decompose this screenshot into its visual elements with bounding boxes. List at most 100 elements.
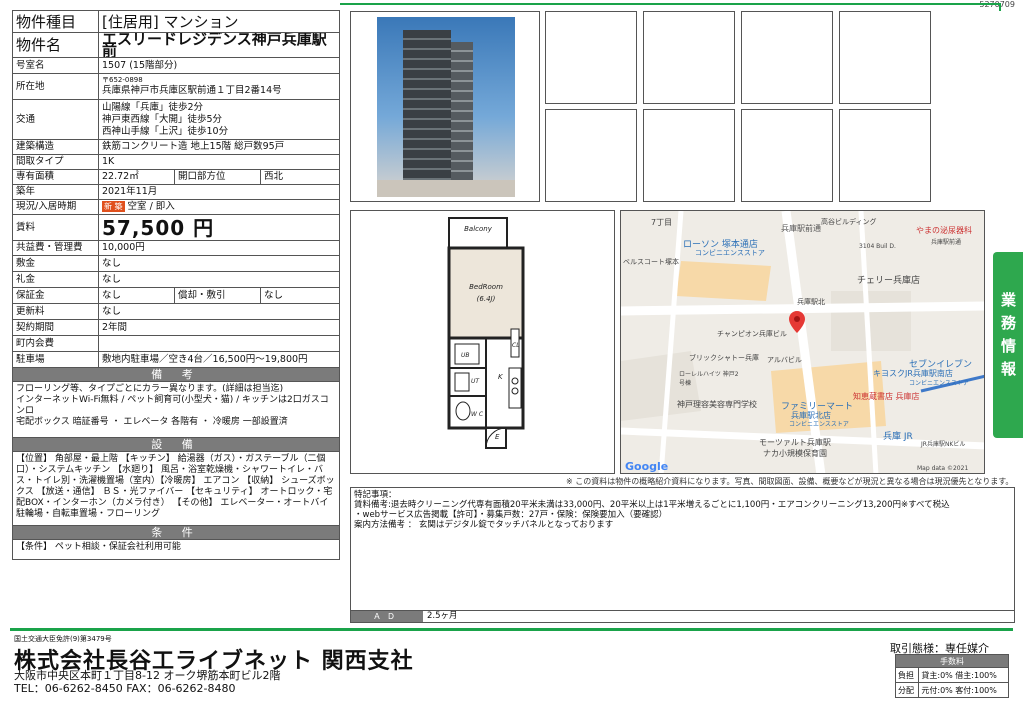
top-divider: [340, 3, 1001, 5]
map-label: コンビニエンスストア: [695, 249, 765, 257]
fee-header: 手数料: [895, 654, 1009, 668]
photo-slot[interactable]: [545, 11, 637, 104]
map-label: 3104 Buil D.: [859, 243, 896, 250]
map-label: ローレルハイツ 神戸2号棟: [679, 371, 739, 387]
ad-value: 2.5ヶ月: [427, 611, 458, 621]
spec-label: 償却・敷引: [174, 287, 261, 304]
map-label: ベルスコート塚本: [623, 258, 679, 266]
parking: 敷地内駐車場／空き4台／16,500円～19,800円: [98, 351, 340, 368]
renewal-fee: なし: [98, 303, 340, 320]
company-phone: TEL：06-6262-8450 FAX：06-6262-8480: [14, 682, 236, 695]
conditions-text: 【条件】 ペット相談・保証会社利用可能: [12, 539, 340, 560]
map-label: チェリー兵庫店: [857, 276, 921, 286]
remarks-header: 備 考: [12, 367, 340, 382]
map-label: 兵庫駅前通: [781, 224, 821, 233]
address: 〒652-0898 兵庫県神戸市兵庫区駅前通１丁目2番14号: [98, 73, 340, 100]
photo-slot[interactable]: [741, 11, 833, 104]
built-date: 2021年11月: [98, 184, 340, 200]
fee-table: 手数料 負担 貸主:0% 借主:100% 分配 元付:0% 客付:100%: [894, 654, 1009, 698]
spec-label: 物件種目: [12, 10, 99, 33]
photo-slot[interactable]: [643, 11, 735, 104]
company-contact: 大阪市中央区本町１丁目8-12 オーク堺筋本町ビル2階 TEL：06-6262-…: [14, 669, 280, 695]
spec-label: 礼金: [12, 271, 99, 288]
property-name: エスリードレジデンス神戸兵庫駅前: [98, 32, 340, 58]
business-info-label: 業務情報: [999, 292, 1017, 384]
location-map[interactable]: 7丁目 ローソン 塚本通店 コンビニエンスストア ベルスコート塚本 兵庫駅前通 …: [620, 210, 985, 474]
map-label: コンビニエンスストア: [789, 421, 849, 428]
spec-label: 契約期間: [12, 319, 99, 336]
business-info-tab[interactable]: 業務情報: [993, 252, 1023, 438]
map-label: やまの泌尿器科: [916, 226, 972, 235]
map-roads: [621, 211, 984, 473]
map-label: 高谷ビルディング: [821, 218, 877, 226]
plan-label-ut: UT: [471, 378, 480, 385]
ad-row: ＡＤ 2.5ヶ月: [350, 611, 1015, 623]
access-line: 山陽線「兵庫」徒歩2分: [102, 101, 204, 113]
special-notes-box: 特記事項： 賃料備考:退去時クリーニング代専有面積20平米未満は33,000円、…: [350, 487, 1015, 611]
map-label: ブリックシャトー兵庫: [689, 354, 759, 362]
new-badge: 新 築: [102, 201, 125, 212]
spec-label: 更新料: [12, 303, 99, 320]
rent: 57,500 円: [98, 214, 340, 241]
photo-slot[interactable]: [839, 11, 931, 104]
floor-area: 22.72㎡: [98, 169, 175, 185]
spec-label: 賃料: [12, 214, 99, 241]
footer-divider: [10, 628, 1013, 631]
map-label: 7丁目: [651, 218, 673, 227]
postal-code: 〒652-0898: [102, 76, 143, 84]
plan-label-balcony: Balcony: [464, 225, 493, 233]
status: 新 築空室 / 即入: [98, 199, 340, 215]
spec-label: 開口部方位: [174, 169, 261, 185]
spec-label: 間取タイプ: [12, 154, 99, 170]
property-type: [住居用] マンション: [98, 10, 340, 33]
floor-plan[interactable]: Balcony BedRoom (6.4J) UB UT K CL W C E: [350, 210, 615, 474]
building-facade: [403, 30, 451, 190]
contract-term: 2年間: [98, 319, 340, 336]
map-label: 兵庫駅北: [797, 298, 825, 306]
spec-label: 号室名: [12, 57, 99, 74]
access-line: 西神山手線「上沢」徒歩10分: [102, 125, 229, 137]
photo-slot[interactable]: [741, 109, 833, 202]
special-notes-text: 特記事項： 賃料備考:退去時クリーニング代専有面積20平米未満は33,000円、…: [354, 490, 950, 530]
equipment-header: 設 備: [12, 437, 340, 452]
floor-plan-drawing: Balcony BedRoom (6.4J) UB UT K CL W C E: [447, 217, 525, 449]
spec-label: 現況/入居時期: [12, 199, 99, 215]
plan-label-ub: UB: [461, 352, 470, 359]
ad-label: ＡＤ: [351, 611, 423, 622]
photo-slot[interactable]: [643, 109, 735, 202]
structure: 鉄筋コンクリート造 地上15階 総戸数95戸: [98, 139, 340, 155]
photo-slot[interactable]: [545, 109, 637, 202]
plan-label-bedroom: BedRoom: [469, 283, 503, 291]
spec-label: 駐車場: [12, 351, 99, 368]
company-address: 大阪市中央区本町１丁目8-12 オーク堺筋本町ビル2階: [14, 669, 281, 682]
google-logo: Google: [625, 460, 669, 473]
equipment-text: 【位置】 角部屋・最上階 【キッチン】 給湯器（ガス）・ガステーブル（二個口）・…: [12, 451, 340, 526]
map-label: 兵庫駅前通: [931, 239, 962, 246]
fee-label: 分配: [894, 682, 920, 698]
key-money: なし: [98, 271, 340, 288]
management-fee: 10,000円: [98, 240, 340, 256]
access: 山陽線「兵庫」徒歩2分 神戸東西線「大開」徒歩5分 西神山手線「上沢」徒歩10分: [98, 99, 340, 140]
map-label: モーツァルト兵庫駅: [759, 438, 831, 447]
fee-value: 貸主:0% 借主:100%: [918, 667, 1009, 683]
photo-slot[interactable]: [839, 109, 931, 202]
spec-label: 物件名: [12, 32, 99, 58]
building-photo[interactable]: [350, 11, 540, 202]
layout-type: 1K: [98, 154, 340, 170]
map-attribution: Map data ©2021: [917, 465, 969, 472]
spec-label: 交通: [12, 99, 99, 140]
spec-label: 専有面積: [12, 169, 99, 185]
location-pin-icon: [789, 311, 805, 333]
map-label: JR兵庫駅NKビル: [921, 441, 966, 448]
plan-label-size: (6.4J): [477, 295, 496, 303]
fee-value: 元付:0% 客付:100%: [918, 682, 1009, 698]
address-text: 兵庫県神戸市兵庫区駅前通１丁目2番14号: [102, 85, 282, 96]
property-spec-table: 物件種目 [住居用] マンション 物件名 エスリードレジデンス神戸兵庫駅前 号室…: [12, 10, 340, 560]
map-label: 兵庫 JR: [883, 432, 913, 442]
spec-label: 所在地: [12, 73, 99, 100]
remarks-text: フローリング等、タイプごとにカラー異なります。(詳細は担当迄) インターネットW…: [12, 381, 340, 438]
map-label: ナカ小規模保育園: [763, 449, 827, 458]
room-number: 1507 (15階部分): [98, 57, 340, 74]
guarantee: なし: [98, 287, 175, 304]
map-label: コンビニエンスストア: [909, 380, 969, 387]
